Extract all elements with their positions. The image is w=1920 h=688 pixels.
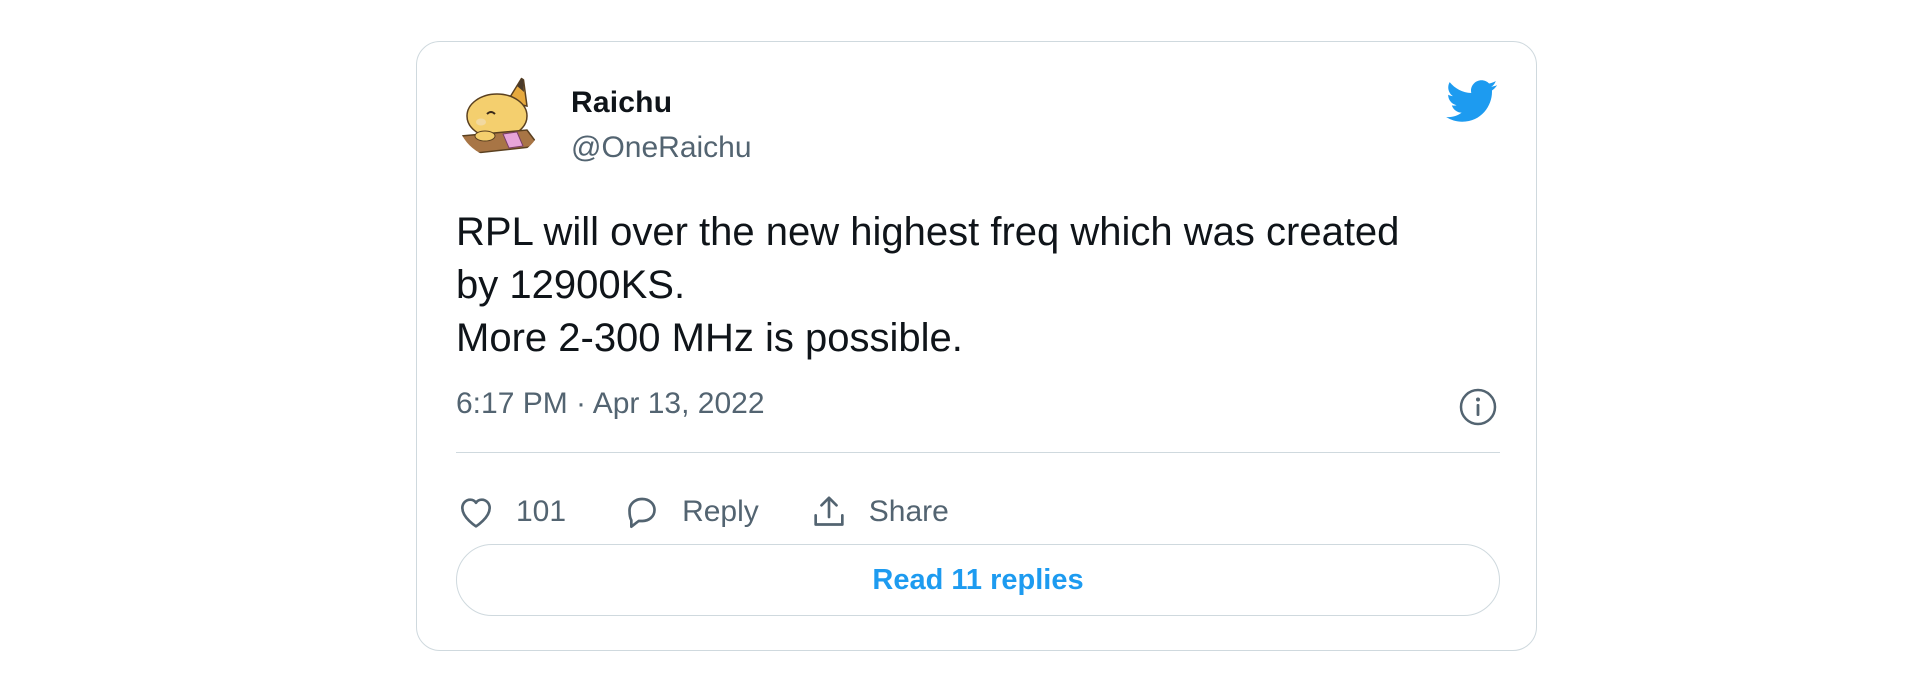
tweet-text-line: RPL will over the new highest freq which… xyxy=(456,210,1400,254)
heart-icon xyxy=(461,498,491,528)
read-replies-button[interactable]: Read 11 replies xyxy=(456,544,1500,616)
divider xyxy=(456,452,1500,453)
reply-button[interactable]: Reply xyxy=(622,492,759,532)
avatar[interactable] xyxy=(457,72,543,158)
share-icon xyxy=(814,496,844,526)
tweet-actions: 101 Reply Share xyxy=(456,482,949,542)
share-button[interactable]: Share xyxy=(809,492,949,532)
author-handle[interactable]: @OneRaichu xyxy=(571,131,752,165)
like-button[interactable]: 101 xyxy=(456,492,566,532)
author-name[interactable]: Raichu xyxy=(571,86,672,120)
tweet-text: RPL will over the new highest freq which… xyxy=(456,206,1506,365)
tweet-text-line: More 2-300 MHz is possible. xyxy=(456,316,963,360)
reply-label: Reply xyxy=(682,495,759,528)
reply-icon xyxy=(628,497,656,528)
tweet-card: Raichu @OneRaichu RPL will over the new … xyxy=(416,41,1537,651)
share-label: Share xyxy=(868,495,949,528)
info-icon[interactable] xyxy=(1458,387,1498,427)
raichu-avatar-icon xyxy=(457,72,543,158)
tweet-timestamp[interactable]: 6:17 PM · Apr 13, 2022 xyxy=(456,387,765,421)
tweet-text-line: by 12900KS. xyxy=(456,263,686,307)
like-count: 101 xyxy=(516,495,567,528)
twitter-bird-icon[interactable] xyxy=(1444,78,1498,124)
